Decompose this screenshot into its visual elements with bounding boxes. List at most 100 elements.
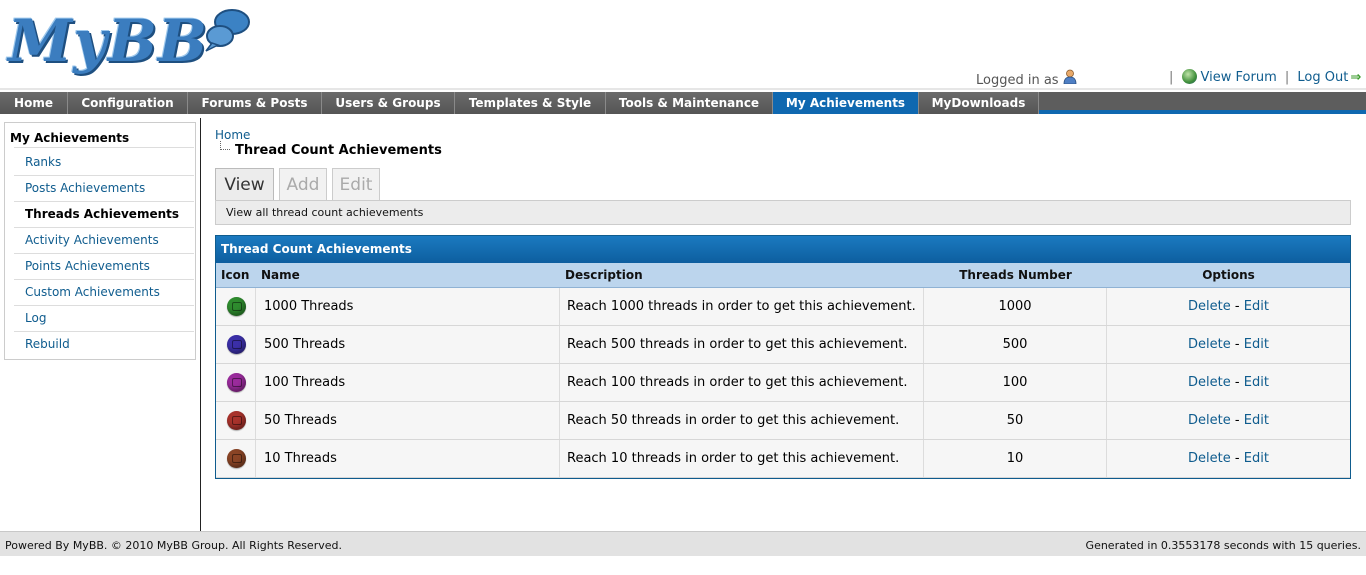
- separator: |: [1169, 70, 1174, 85]
- footer-generated-info: Generated in 0.3553178 seconds with 15 q…: [1085, 539, 1361, 552]
- options-separator: -: [1234, 375, 1240, 390]
- user-icon[interactable]: [1063, 69, 1077, 88]
- column-header-options: Options: [1202, 268, 1255, 282]
- threads-number-cell: 50: [924, 402, 1107, 439]
- edit-link[interactable]: Edit: [1244, 299, 1269, 314]
- column-header-threads-number: Threads Number: [959, 268, 1072, 282]
- nav-tab-configuration[interactable]: Configuration: [68, 92, 188, 114]
- divider: [14, 147, 194, 148]
- logo-text: MyBB: [8, 7, 208, 75]
- table-row: 1000 Threads Reach 1000 threads in order…: [216, 288, 1350, 326]
- main-nav: Home Configuration Forums & Posts Users …: [0, 92, 1366, 114]
- delete-link[interactable]: Delete: [1188, 337, 1231, 352]
- sidebar-item-ranks[interactable]: Ranks: [25, 149, 195, 175]
- options-cell: Delete - Edit: [1107, 288, 1350, 325]
- sidebar-item-custom-achievements[interactable]: Custom Achievements: [25, 279, 195, 305]
- description-cell: Reach 100 threads in order to get this a…: [560, 364, 924, 401]
- user-links: | View Forum | Log Out ⇒: [1165, 69, 1361, 85]
- edit-link[interactable]: Edit: [1244, 337, 1269, 352]
- header-divider: [0, 88, 1366, 90]
- options-separator: -: [1234, 451, 1240, 466]
- tab-add[interactable]: Add: [279, 168, 327, 200]
- sidebar-menu: My Achievements Ranks Posts Achievements…: [4, 122, 196, 360]
- edit-link[interactable]: Edit: [1244, 413, 1269, 428]
- tab-view[interactable]: View: [215, 168, 274, 201]
- threads-number-cell: 100: [924, 364, 1107, 401]
- purple-badge-icon: [227, 373, 246, 392]
- icon-cell: [216, 326, 256, 363]
- breadcrumb-connector: [220, 141, 230, 150]
- sidebar-item-posts-achievements[interactable]: Posts Achievements: [25, 175, 195, 201]
- icon-cell: [216, 364, 256, 401]
- options-separator: -: [1234, 413, 1240, 428]
- achievements-table: Thread Count Achievements Icon Name Desc…: [215, 235, 1351, 479]
- description-cell: Reach 10 threads in order to get this ac…: [560, 440, 924, 477]
- nav-tab-tools-maintenance[interactable]: Tools & Maintenance: [606, 92, 773, 114]
- name-cell: 50 Threads: [256, 402, 560, 439]
- sidebar-item-rebuild[interactable]: Rebuild: [25, 331, 195, 357]
- nav-tab-home[interactable]: Home: [0, 92, 68, 114]
- edit-link[interactable]: Edit: [1244, 451, 1269, 466]
- edit-link[interactable]: Edit: [1244, 375, 1269, 390]
- delete-link[interactable]: Delete: [1188, 375, 1231, 390]
- brown-badge-icon: [227, 449, 246, 468]
- icon-cell: [216, 288, 256, 325]
- separator: |: [1284, 70, 1290, 85]
- description-cell: Reach 500 threads in order to get this a…: [560, 326, 924, 363]
- description-cell: Reach 1000 threads in order to get this …: [560, 288, 924, 325]
- column-header-icon: Icon: [221, 268, 250, 282]
- nav-tab-templates-style[interactable]: Templates & Style: [455, 92, 606, 114]
- icon-cell: [216, 440, 256, 477]
- delete-link[interactable]: Delete: [1188, 299, 1231, 314]
- log-out-link[interactable]: Log Out: [1297, 70, 1348, 85]
- nav-tab-forums-posts[interactable]: Forums & Posts: [188, 92, 322, 114]
- log-out-arrow-icon: ⇒: [1350, 70, 1362, 85]
- table-row: 10 Threads Reach 10 threads in order to …: [216, 440, 1350, 478]
- delete-link[interactable]: Delete: [1188, 413, 1231, 428]
- header: MyBB: [0, 0, 1366, 90]
- nav-tab-mydownloads[interactable]: MyDownloads: [919, 92, 1039, 114]
- threads-number-cell: 500: [924, 326, 1107, 363]
- sidebar-item-points-achievements[interactable]: Points Achievements: [25, 253, 195, 279]
- name-cell: 100 Threads: [256, 364, 560, 401]
- table-row: 100 Threads Reach 100 threads in order t…: [216, 364, 1350, 402]
- page-title: Thread Count Achievements: [235, 143, 442, 158]
- tab-edit[interactable]: Edit: [332, 168, 380, 200]
- nav-tab-users-groups[interactable]: Users & Groups: [322, 92, 455, 114]
- logged-in-label: Logged in as: [976, 73, 1059, 88]
- table-header-row: Icon Name Description Threads Number Opt…: [216, 263, 1350, 288]
- breadcrumb-home-link[interactable]: Home: [215, 128, 250, 142]
- sidebar: My Achievements Ranks Posts Achievements…: [0, 118, 201, 531]
- table-row: 50 Threads Reach 50 threads in order to …: [216, 402, 1350, 440]
- footer: Powered By MyBB. © 2010 MyBB Group. All …: [0, 531, 1366, 556]
- options-separator: -: [1234, 299, 1240, 314]
- sidebar-item-log[interactable]: Log: [25, 305, 195, 331]
- options-cell: Delete - Edit: [1107, 440, 1350, 477]
- green-badge-icon: [227, 297, 246, 316]
- globe-icon: [1181, 69, 1197, 84]
- threads-number-cell: 1000: [924, 288, 1107, 325]
- icon-cell: [216, 402, 256, 439]
- mybb-logo[interactable]: MyBB: [8, 6, 253, 82]
- name-cell: 1000 Threads: [256, 288, 560, 325]
- sidebar-item-threads-achievements[interactable]: Threads Achievements: [25, 201, 195, 227]
- threads-number-cell: 10: [924, 440, 1107, 477]
- footer-copyright: Powered By MyBB. © 2010 MyBB Group. All …: [5, 539, 342, 552]
- speech-bubble-icon: [205, 9, 250, 52]
- column-header-name: Name: [261, 268, 300, 282]
- options-cell: Delete - Edit: [1107, 326, 1350, 363]
- sidebar-item-activity-achievements[interactable]: Activity Achievements: [25, 227, 195, 253]
- sidebar-title: My Achievements: [10, 131, 130, 145]
- table-title: Thread Count Achievements: [216, 236, 1350, 263]
- options-separator: -: [1234, 337, 1240, 352]
- name-cell: 10 Threads: [256, 440, 560, 477]
- blue-badge-icon: [227, 335, 246, 354]
- options-cell: Delete - Edit: [1107, 402, 1350, 439]
- logged-in-area: Logged in as: [976, 69, 1077, 88]
- delete-link[interactable]: Delete: [1188, 451, 1231, 466]
- red-badge-icon: [227, 411, 246, 430]
- name-cell: 500 Threads: [256, 326, 560, 363]
- nav-tab-my-achievements[interactable]: My Achievements: [773, 92, 919, 114]
- view-forum-link[interactable]: View Forum: [1201, 70, 1277, 85]
- description-cell: Reach 50 threads in order to get this ac…: [560, 402, 924, 439]
